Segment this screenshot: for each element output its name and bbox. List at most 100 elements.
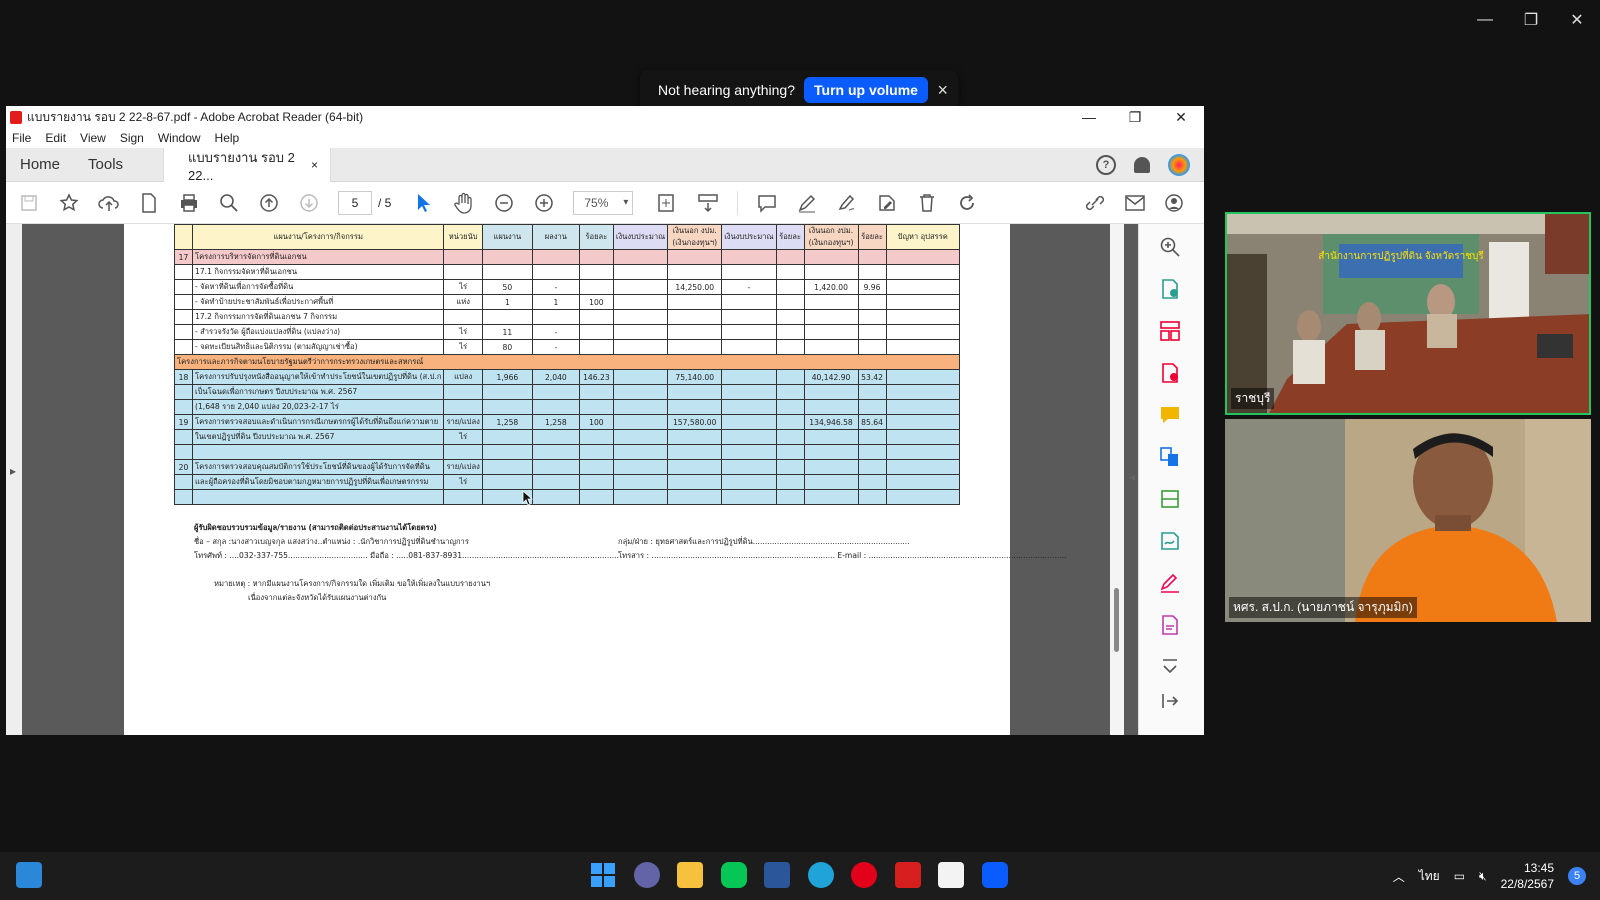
fill-sign-icon[interactable]	[1159, 572, 1181, 594]
expand-pane-icon[interactable]	[1159, 690, 1181, 712]
opera-browser-icon[interactable]	[851, 862, 877, 888]
table-cell	[443, 444, 483, 460]
zoom-in-icon[interactable]	[533, 192, 555, 214]
toolbar-separator	[737, 190, 739, 215]
table-cell	[174, 489, 193, 505]
collapse-pane-icon[interactable]: ◂	[1129, 470, 1135, 484]
tab-document[interactable]: แบบรายงาน รอบ 2 22... ×	[163, 147, 332, 183]
email-icon[interactable]	[1124, 192, 1146, 214]
close-button[interactable]: ✕	[1554, 8, 1600, 32]
volume-muted-icon[interactable]: 🔇︎	[1479, 869, 1487, 884]
widgets-icon[interactable]	[16, 862, 42, 888]
table-cell	[803, 309, 859, 325]
scroll-mode-icon[interactable]	[697, 192, 719, 214]
combine-files-icon[interactable]	[1159, 446, 1181, 468]
table-cell	[721, 309, 777, 325]
edge-browser-icon[interactable]	[808, 862, 834, 888]
select-cursor-icon[interactable]	[413, 192, 435, 214]
word-app-icon[interactable]	[764, 862, 790, 888]
menu-sign[interactable]: Sign	[120, 131, 144, 145]
menu-edit[interactable]: Edit	[45, 131, 66, 145]
compress-pdf-icon[interactable]	[1159, 488, 1181, 510]
page-number-input[interactable]: 5	[338, 190, 372, 215]
share-people-icon[interactable]	[1164, 192, 1186, 214]
video-tile-speaker[interactable]: หศร. ส.ป.ก. (นายภาชน์ จารุภุมมิก)	[1225, 419, 1591, 622]
user-avatar[interactable]	[1168, 153, 1190, 176]
left-panel-toggle[interactable]	[6, 224, 22, 735]
vertical-scrollbar[interactable]	[1110, 224, 1124, 735]
close-tab-button[interactable]: ×	[311, 158, 318, 172]
zoom-out-icon[interactable]	[493, 192, 515, 214]
table-cell	[667, 249, 723, 265]
fit-page-icon[interactable]	[657, 192, 679, 214]
table-cell	[885, 249, 961, 265]
comment-tool-icon[interactable]	[1159, 404, 1181, 426]
network-icon[interactable]: ▭	[1454, 869, 1465, 883]
start-windows-icon[interactable]	[590, 862, 616, 888]
edit-pdf-tool-icon[interactable]	[1159, 614, 1181, 636]
acrobat-maximize-button[interactable]: ❐	[1112, 109, 1158, 126]
menu-file[interactable]: File	[12, 131, 31, 145]
highlight-pen-icon[interactable]	[796, 192, 818, 214]
star-icon[interactable]	[58, 192, 80, 214]
organize-pages-icon[interactable]	[1159, 320, 1181, 342]
document-viewport[interactable]: แผนงาน/โครงการ/กิจกรรม หน่วยนับ แผนงาน ผ…	[6, 224, 1138, 735]
menu-view[interactable]: View	[80, 131, 106, 145]
delete-icon[interactable]	[916, 192, 938, 214]
comment-icon[interactable]	[756, 192, 778, 214]
table-cell	[885, 294, 961, 310]
video-tile-ratchaburi[interactable]: สำนักงานการปฏิรูปที่ดิน จังหวัดราชบุรี ร…	[1225, 212, 1591, 415]
upload-cloud-icon[interactable]	[98, 192, 120, 214]
input-language[interactable]: ไทย	[1419, 867, 1440, 886]
acrobat-close-button[interactable]: ✕	[1158, 109, 1204, 126]
notification-badge[interactable]: 5	[1568, 867, 1586, 885]
notepad-icon[interactable]	[938, 862, 964, 888]
zoom-level-select[interactable]: 75%	[573, 190, 634, 215]
zoom-app-icon[interactable]	[982, 862, 1008, 888]
table-cell: 80	[481, 339, 533, 355]
acrobat-app-icon[interactable]	[895, 862, 921, 888]
table-cell: แปลง	[443, 369, 483, 385]
file-explorer-icon[interactable]	[677, 862, 703, 888]
scrollbar-thumb[interactable]	[1114, 588, 1119, 652]
help-icon[interactable]: ?	[1096, 154, 1116, 175]
restore-button[interactable]: ❐	[1508, 8, 1554, 32]
create-pdf-tool-icon[interactable]	[1159, 362, 1181, 384]
minimize-button[interactable]: —	[1462, 8, 1508, 32]
save-icon[interactable]	[18, 192, 40, 214]
system-tray: ︿ ไทย ▭ 🔇︎ 13:45 22/8/2567 5	[1393, 852, 1586, 900]
share-link-icon[interactable]	[1084, 192, 1106, 214]
create-pdf-icon[interactable]	[138, 192, 160, 214]
hand-tool-icon[interactable]	[453, 192, 475, 214]
rotate-icon[interactable]	[956, 192, 978, 214]
request-signature-icon[interactable]	[1159, 530, 1181, 552]
chat-app-icon[interactable]	[634, 862, 660, 888]
zoom-tool-icon[interactable]	[1159, 236, 1181, 258]
more-tools-chevron-icon[interactable]	[1159, 656, 1181, 678]
notification-bell-icon[interactable]	[1134, 156, 1150, 173]
table-cell	[721, 369, 777, 385]
export-pdf-icon[interactable]	[1159, 278, 1181, 300]
poster-text: สำนักงานการปฏิรูปที่ดิน จังหวัดราชบุรี	[1318, 248, 1484, 262]
table-cell: - สำรวจรังวัด ผู้ถือแบ่งแปลงที่ดิน (แปลง…	[191, 324, 445, 340]
tab-tools[interactable]: Tools	[74, 156, 137, 173]
draw-sign-icon[interactable]	[836, 192, 858, 214]
menu-help[interactable]: Help	[215, 131, 240, 145]
table-row: 17.1 กิจกรรมจัดหาที่ดินเอกชน	[174, 264, 961, 280]
previous-page-icon[interactable]	[258, 192, 280, 214]
menu-window[interactable]: Window	[158, 131, 201, 145]
print-icon[interactable]	[178, 192, 200, 214]
table-cell	[481, 249, 533, 265]
turn-up-volume-button[interactable]: Turn up volume	[804, 77, 928, 103]
next-page-icon[interactable]	[298, 192, 320, 214]
search-icon[interactable]	[218, 192, 240, 214]
tab-home[interactable]: Home	[6, 156, 74, 173]
close-notification-button[interactable]: ×	[937, 80, 948, 101]
chevron-up-icon[interactable]: ︿	[1393, 868, 1405, 885]
edit-pdf-icon[interactable]	[876, 192, 898, 214]
table-cell	[885, 309, 961, 325]
clock[interactable]: 13:45 22/8/2567	[1501, 860, 1554, 892]
line-app-icon[interactable]	[721, 862, 747, 888]
acrobat-minimize-button[interactable]: —	[1066, 109, 1112, 126]
table-cell	[612, 309, 669, 325]
